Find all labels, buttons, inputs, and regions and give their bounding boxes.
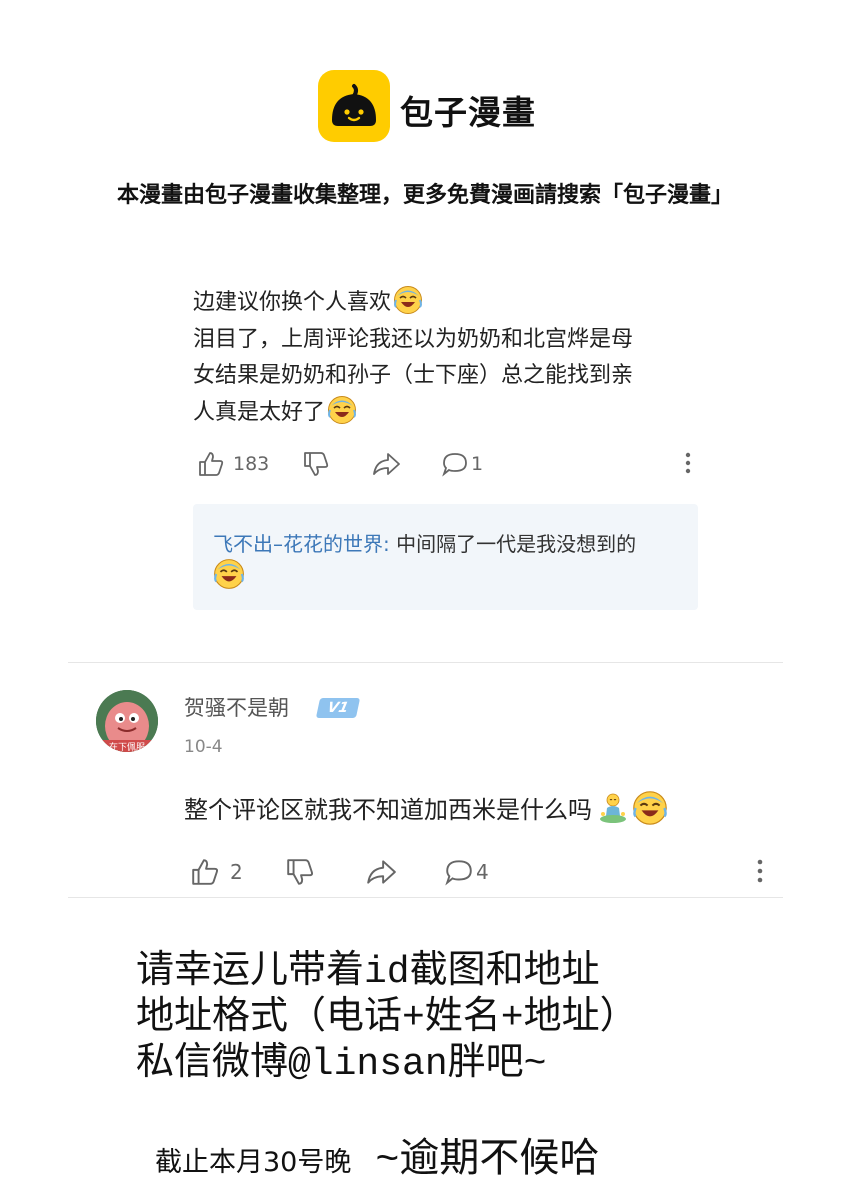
comment-date: 10-4 [184, 737, 223, 757]
comment-text: 边建议你换个人喜欢 泪目了，上周评论我还以为奶奶和北宫烨是母 女结果是奶奶和孙子… [193, 285, 713, 431]
baozi-logo-icon [318, 70, 390, 142]
deadline-notice: 截止本月30号晚 ~逾期不候哈 [155, 1125, 599, 1184]
comment-line: 人真是太好了 [193, 399, 326, 425]
laughing-crying-emoji-icon [632, 790, 668, 826]
avatar[interactable]: 在下佩服 [96, 690, 158, 752]
share-icon [367, 860, 396, 884]
share-button[interactable] [365, 857, 397, 887]
comment-line: 女结果是奶奶和孙子（士下座）总之能找到亲 [193, 363, 634, 388]
thumbs-up-icon [192, 859, 219, 885]
logo-text: 包子漫畫 [400, 93, 536, 132]
comment-icon [442, 453, 467, 477]
level-badge: V1 [315, 698, 361, 718]
reply-text: 中间隔了一代是我没想到的 [389, 532, 637, 556]
share-icon [373, 453, 400, 475]
deadline-warning: ~逾期不候哈 [351, 1139, 600, 1184]
avatar-caption: 在下佩服 [108, 743, 145, 752]
comment-text: 整个评论区就我不知道加西米是什么吗 [184, 790, 668, 826]
laughing-crying-emoji-icon [393, 285, 423, 315]
like-count: 2 [230, 860, 243, 884]
more-button[interactable] [756, 858, 764, 884]
reply-button[interactable]: 1 [441, 450, 483, 478]
reply-author[interactable]: 飞不出–花花的世界: [213, 532, 390, 556]
laughing-crying-emoji-icon [327, 395, 357, 425]
comment-line: 泪目了，上周评论我还以为奶奶和北宫烨是母 [193, 326, 634, 352]
reply-count: 1 [471, 453, 484, 475]
like-button[interactable]: 2 [190, 857, 243, 887]
more-icon [757, 859, 763, 883]
username[interactable]: 贺骚不是朝 [184, 692, 289, 722]
notice-line: 私信微博@linsan胖吧~ [136, 1043, 547, 1086]
share-button[interactable] [371, 450, 401, 478]
reply-preview[interactable]: 飞不出–花花的世界: 中间隔了一代是我没想到的 [193, 504, 698, 610]
reply-count: 4 [476, 860, 489, 884]
more-button[interactable] [684, 451, 692, 475]
thumbs-down-icon [304, 452, 329, 476]
meditating-emoji-icon [600, 793, 626, 823]
notice-line: 请幸运儿带着id截图和地址 [136, 951, 600, 994]
reply-button[interactable]: 4 [444, 857, 489, 887]
tagline: 本漫畫由包子漫畫收集整理，更多免費漫画請搜索「包子漫畫」 [116, 183, 733, 208]
comment-actions: 183 1 [197, 449, 697, 479]
like-count: 183 [233, 453, 270, 475]
divider [68, 662, 783, 663]
comment-line: 整个评论区就我不知道加西米是什么吗 [184, 796, 592, 824]
more-icon [685, 452, 691, 474]
like-button[interactable]: 183 [197, 450, 269, 478]
comment-actions: 2 4 [190, 855, 770, 889]
dislike-button[interactable] [302, 450, 330, 478]
laughing-crying-emoji-icon [213, 558, 245, 590]
comment-icon [445, 860, 472, 886]
dislike-button[interactable] [285, 857, 315, 887]
giveaway-notice: 请幸运儿带着id截图和地址 地址格式（电话+姓名+地址） 私信微博@linsan… [136, 950, 638, 1088]
thumbs-down-icon [287, 859, 314, 885]
comment-line: 边建议你换个人喜欢 [193, 290, 392, 315]
divider [68, 897, 783, 898]
thumbs-up-icon [199, 452, 224, 476]
notice-line: 地址格式（电话+姓名+地址） [136, 997, 638, 1040]
deadline-date: 截止本月30号晚 [155, 1147, 352, 1178]
